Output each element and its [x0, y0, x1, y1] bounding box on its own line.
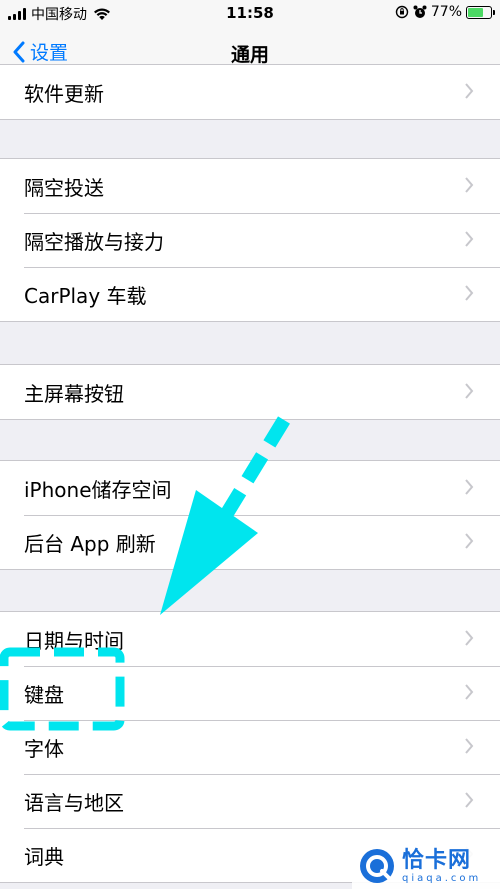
alarm-icon	[413, 5, 427, 18]
settings-group-software: 软件更新	[0, 64, 500, 120]
cell-date-time[interactable]: 日期与时间	[0, 612, 500, 666]
orientation-lock-icon	[395, 5, 409, 19]
chevron-right-icon	[465, 177, 474, 193]
settings-group-storage: iPhone储存空间 后台 App 刷新	[0, 460, 500, 570]
cell-label: 字体	[24, 737, 64, 761]
cell-airplay-handoff[interactable]: 隔空播放与接力	[0, 213, 500, 267]
watermark: 恰卡网 qiaqa.com	[352, 843, 500, 889]
cell-keyboard[interactable]: 键盘	[0, 666, 500, 720]
cell-fonts[interactable]: 字体	[0, 720, 500, 774]
cell-label: 语言与地区	[24, 791, 124, 815]
cell-airdrop[interactable]: 隔空投送	[0, 159, 500, 213]
chevron-right-icon	[465, 792, 474, 808]
chevron-right-icon	[465, 738, 474, 754]
cell-home-button[interactable]: 主屏幕按钮	[0, 365, 500, 419]
chevron-right-icon	[465, 684, 474, 700]
cell-label: 隔空投送	[24, 176, 104, 200]
page-title: 通用	[230, 44, 269, 66]
cell-label: 后台 App 刷新	[24, 532, 156, 556]
cell-carplay[interactable]: CarPlay 车载	[0, 267, 500, 321]
chevron-right-icon	[465, 285, 474, 301]
chevron-right-icon	[465, 630, 474, 646]
settings-group-airdrop: 隔空投送 隔空播放与接力 CarPlay 车载	[0, 158, 500, 322]
chevron-right-icon	[465, 533, 474, 549]
chevron-right-icon	[465, 383, 474, 399]
chevron-right-icon	[465, 479, 474, 495]
status-bar: 中国移动 11:58 77%	[0, 0, 500, 28]
battery-percent: 77%	[430, 4, 462, 20]
cell-iphone-storage[interactable]: iPhone储存空间	[0, 461, 500, 515]
watermark-name: 恰卡网	[402, 847, 472, 873]
battery-level	[468, 7, 483, 17]
cell-label: 主屏幕按钮	[24, 382, 124, 406]
chevron-right-icon	[465, 231, 474, 247]
cell-software-update[interactable]: 软件更新	[0, 65, 500, 119]
watermark-domain: qiaqa.com	[402, 872, 482, 884]
battery-icon	[466, 5, 495, 19]
cell-language-region[interactable]: 语言与地区	[0, 774, 500, 828]
cell-background-app-refresh[interactable]: 后台 App 刷新	[0, 515, 500, 569]
cell-label: 软件更新	[24, 82, 104, 106]
chevron-right-icon	[465, 83, 474, 99]
cell-label: CarPlay 车载	[24, 284, 147, 308]
cell-label: 键盘	[24, 683, 64, 707]
cell-label: 日期与时间	[24, 629, 124, 653]
watermark-logo-icon	[360, 849, 394, 883]
cell-label: 隔空播放与接力	[24, 230, 164, 254]
cell-label: 词典	[24, 845, 64, 869]
cell-label: iPhone储存空间	[24, 478, 172, 502]
settings-group-home-button: 主屏幕按钮	[0, 364, 500, 420]
